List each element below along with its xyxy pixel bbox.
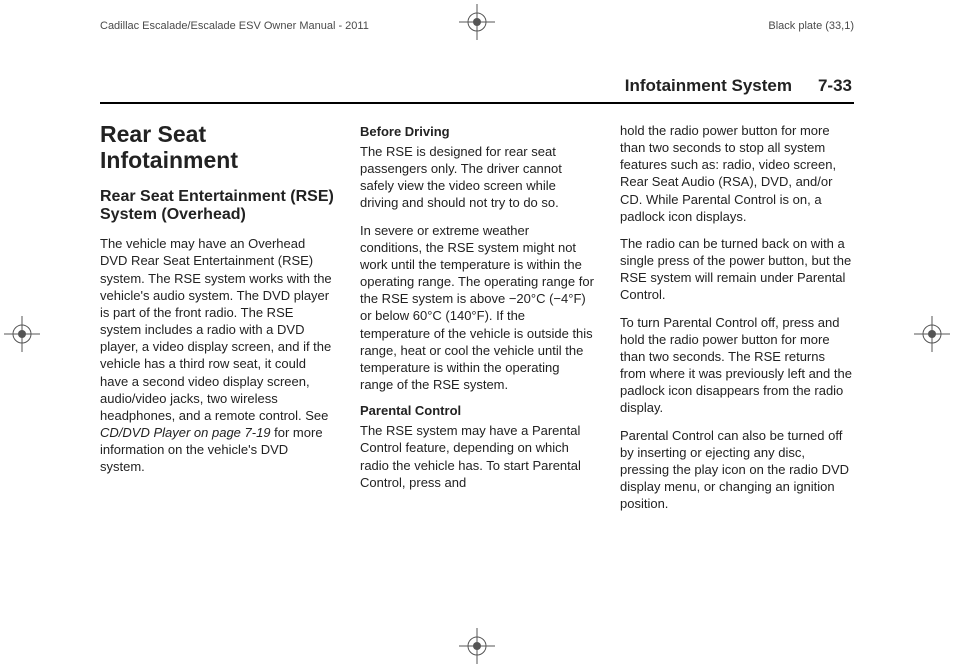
body-paragraph: To turn Parental Control off, press and … (620, 314, 854, 417)
registration-mark-left (4, 316, 40, 352)
manual-title: Cadillac Escalade/Escalade ESV Owner Man… (100, 20, 369, 32)
column-3: hold the radio power button for more tha… (620, 122, 854, 512)
registration-mark-bottom (459, 628, 495, 664)
body-paragraph: Parental Control can also be turned off … (620, 427, 854, 513)
body-text: The vehicle may have an Overhead DVD Rea… (100, 236, 332, 423)
cross-reference: CD/DVD Player on page 7-19 (100, 425, 271, 440)
body-paragraph: The vehicle may have an Overhead DVD Rea… (100, 235, 334, 475)
registration-mark-right (914, 316, 950, 352)
column-2: Before Driving The RSE is designed for r… (360, 122, 594, 512)
body-paragraph: The radio can be turned back on with a s… (620, 235, 854, 304)
page-body: Infotainment System 7-33 Rear Seat Infot… (100, 76, 854, 608)
body-paragraph: The RSE system may have a Parental Contr… (360, 422, 594, 491)
body-paragraph: In severe or extreme weather conditions,… (360, 222, 594, 394)
body-paragraph: hold the radio power button for more tha… (620, 122, 854, 225)
column-1: Rear Seat Infotainment Rear Seat Enterta… (100, 122, 334, 512)
topic-heading-before-driving: Before Driving (360, 124, 594, 139)
body-paragraph: The RSE is designed for rear seat passen… (360, 143, 594, 212)
plate-label: Black plate (33,1) (768, 20, 854, 32)
section-heading: Rear Seat Infotainment (100, 122, 334, 174)
topic-heading-parental-control: Parental Control (360, 403, 594, 418)
running-head-page: 7-33 (818, 76, 852, 96)
running-head-title: Infotainment System (625, 76, 792, 96)
subsection-heading: Rear Seat Entertainment (RSE) System (Ov… (100, 188, 334, 226)
header-rule (100, 102, 854, 104)
